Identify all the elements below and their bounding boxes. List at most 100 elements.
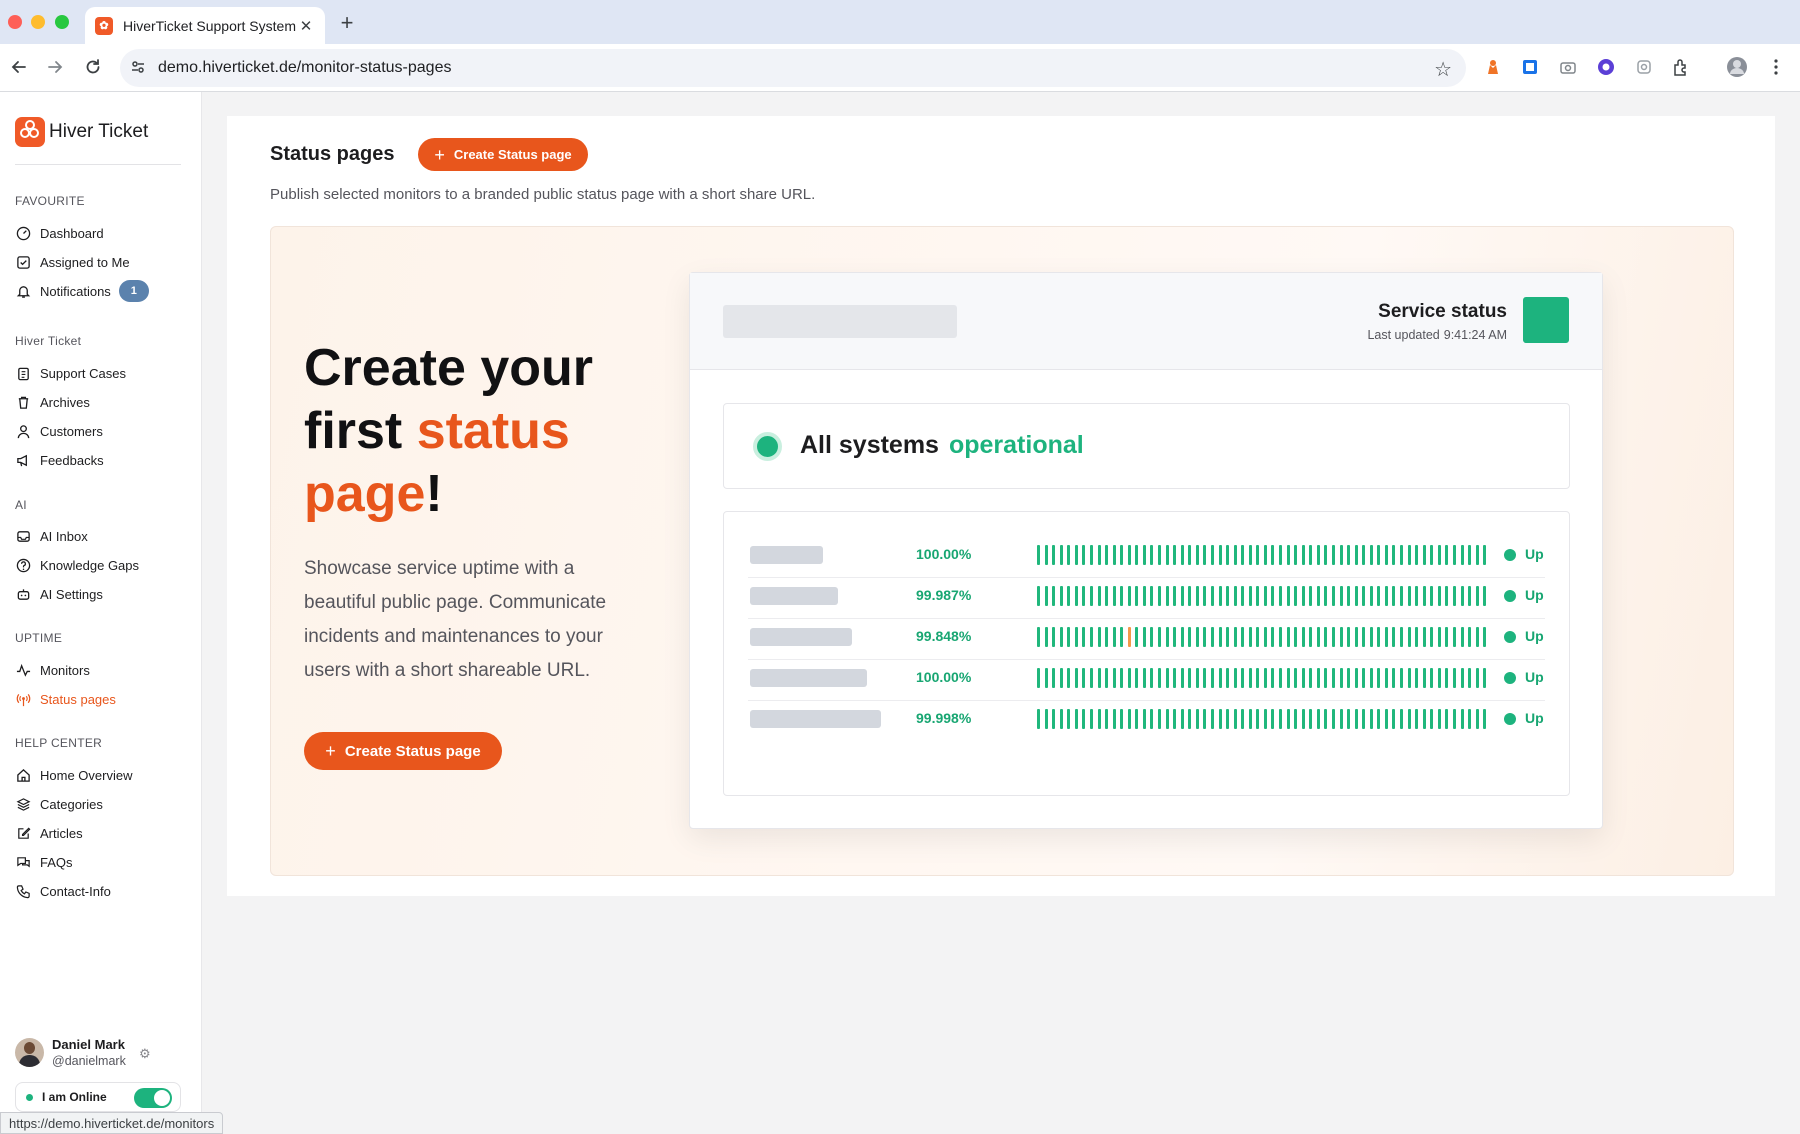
sidebar-item-archives[interactable]: Archives — [15, 390, 190, 414]
menu-dots-icon[interactable] — [1765, 56, 1787, 78]
back-icon[interactable] — [6, 54, 32, 80]
sidebar-item-support-cases[interactable]: Support Cases — [15, 361, 190, 385]
activity-icon — [15, 662, 31, 678]
sidebar-item-categories[interactable]: Categories — [15, 792, 190, 816]
uptime-bar — [1059, 627, 1063, 647]
monitor-uptime: 99.998% — [916, 710, 972, 726]
maximize-window-button[interactable] — [55, 15, 69, 29]
uptime-bar — [1120, 668, 1124, 688]
browser-tab[interactable]: ✿ HiverTicket Support System ✕ — [85, 7, 325, 44]
uptime-bar — [1127, 709, 1131, 729]
profile-avatar-icon[interactable] — [1726, 56, 1748, 78]
uptime-bar — [1037, 668, 1040, 688]
close-tab-icon[interactable]: ✕ — [297, 17, 315, 35]
hero-create-status-page-button[interactable]: + Create Status page — [304, 732, 502, 770]
uptime-bar — [1407, 586, 1411, 606]
uptime-bar — [1173, 627, 1177, 647]
sidebar-item-monitors[interactable]: Monitors — [15, 658, 190, 682]
sidebar-item-label: Monitors — [40, 662, 90, 678]
gear-icon[interactable]: ⚙ — [139, 1046, 151, 1062]
sidebar-item-knowledge-gaps[interactable]: Knowledge Gaps — [15, 553, 190, 577]
uptime-bar — [1415, 545, 1419, 565]
minimize-window-button[interactable] — [31, 15, 45, 29]
avatar — [15, 1038, 44, 1067]
monitor-status: Up — [1525, 669, 1544, 685]
uptime-bar — [1105, 545, 1109, 565]
uptime-bar — [1362, 627, 1366, 647]
extension-screen-icon[interactable] — [1519, 56, 1541, 78]
uptime-bar — [1210, 545, 1214, 565]
brand[interactable]: Hiver Ticket — [15, 117, 148, 147]
uptime-bar — [1468, 668, 1472, 688]
extension-copy-icon[interactable] — [1633, 56, 1655, 78]
sidebar-item-dashboard[interactable]: Dashboard — [15, 221, 190, 245]
forward-icon[interactable] — [42, 54, 68, 80]
uptime-bar — [1067, 545, 1071, 565]
uptime-bar — [1347, 627, 1351, 647]
extension-icon[interactable] — [1670, 56, 1692, 78]
uptime-bar — [1362, 586, 1366, 606]
bookmark-star-icon[interactable]: ☆ — [1434, 57, 1452, 82]
address-bar[interactable]: demo.hiverticket.de/monitor-status-pages… — [120, 49, 1466, 87]
uptime-bar — [1437, 545, 1441, 565]
uptime-bar — [1316, 709, 1320, 729]
uptime-bar — [1233, 627, 1237, 647]
sidebar-item-articles[interactable]: Articles — [15, 821, 190, 845]
uptime-bar — [1059, 545, 1063, 565]
uptime-bar — [1301, 668, 1305, 688]
main-content: Status pages + Create Status page Publis… — [227, 116, 1775, 896]
uptime-bar — [1377, 709, 1381, 729]
sidebar-item-contact-info[interactable]: Contact-Info — [15, 879, 190, 903]
uptime-bar — [1067, 586, 1071, 606]
uptime-bar — [1483, 627, 1487, 647]
sidebar-item-feedbacks[interactable]: Feedbacks — [15, 448, 190, 472]
page-title: Status pages — [270, 143, 395, 165]
extension-fox-icon[interactable] — [1482, 56, 1504, 78]
user-icon — [15, 423, 31, 439]
uptime-bar — [1475, 586, 1479, 606]
uptime-bar — [1331, 545, 1335, 565]
user-profile[interactable]: Daniel Mark @danielmark — [15, 1037, 126, 1068]
sidebar-item-customers[interactable]: Customers — [15, 419, 190, 443]
online-status-toggle[interactable]: I am Online — [15, 1082, 181, 1112]
reload-icon[interactable] — [80, 54, 106, 80]
sidebar-item-status-pages[interactable]: Status pages — [15, 687, 190, 711]
create-status-page-button[interactable]: + Create Status page — [418, 138, 588, 171]
uptime-bar — [1339, 709, 1343, 729]
monitor-status: Up — [1525, 628, 1544, 644]
monitor-uptime: 99.987% — [916, 587, 972, 603]
uptime-bar — [1203, 627, 1207, 647]
uptime-bar — [1324, 668, 1328, 688]
sidebar-item-ai-inbox[interactable]: AI Inbox — [15, 524, 190, 548]
uptime-bar — [1165, 709, 1169, 729]
monitor-name-placeholder — [750, 710, 881, 728]
online-toggle-switch[interactable] — [134, 1088, 172, 1108]
extension-shield-icon[interactable] — [1595, 56, 1617, 78]
uptime-bar — [1120, 709, 1124, 729]
sidebar-item-assigned-to-me[interactable]: Assigned to Me — [15, 250, 190, 274]
sidebar-item-ai-settings[interactable]: AI Settings — [15, 582, 190, 606]
site-settings-icon[interactable] — [130, 59, 146, 80]
create-status-page-label: Create Status page — [453, 147, 572, 162]
uptime-bar — [1188, 709, 1192, 729]
uptime-bar — [1241, 627, 1245, 647]
uptime-bar — [1226, 668, 1230, 688]
monitor-uptime: 100.00% — [916, 669, 972, 685]
uptime-bar — [1142, 586, 1146, 606]
uptime-bar — [1127, 668, 1131, 688]
sidebar-item-faqs[interactable]: FAQs — [15, 850, 190, 874]
extension-camera-icon[interactable] — [1557, 56, 1579, 78]
uptime-bar — [1226, 627, 1230, 647]
sidebar-item-home-overview[interactable]: Home Overview — [15, 763, 190, 787]
uptime-bar — [1430, 545, 1434, 565]
bell-icon — [15, 283, 31, 299]
sidebar-item-label: Archives — [40, 394, 90, 410]
uptime-bar — [1158, 709, 1161, 729]
operational-dot-icon — [753, 432, 782, 461]
uptime-bar — [1309, 668, 1313, 688]
uptime-bar — [1256, 627, 1260, 647]
sidebar-item-notifications[interactable]: Notifications 1 — [15, 279, 190, 303]
new-tab-icon[interactable]: + — [336, 10, 358, 36]
preview-status-indicator — [1523, 297, 1569, 343]
close-window-button[interactable] — [8, 15, 22, 29]
